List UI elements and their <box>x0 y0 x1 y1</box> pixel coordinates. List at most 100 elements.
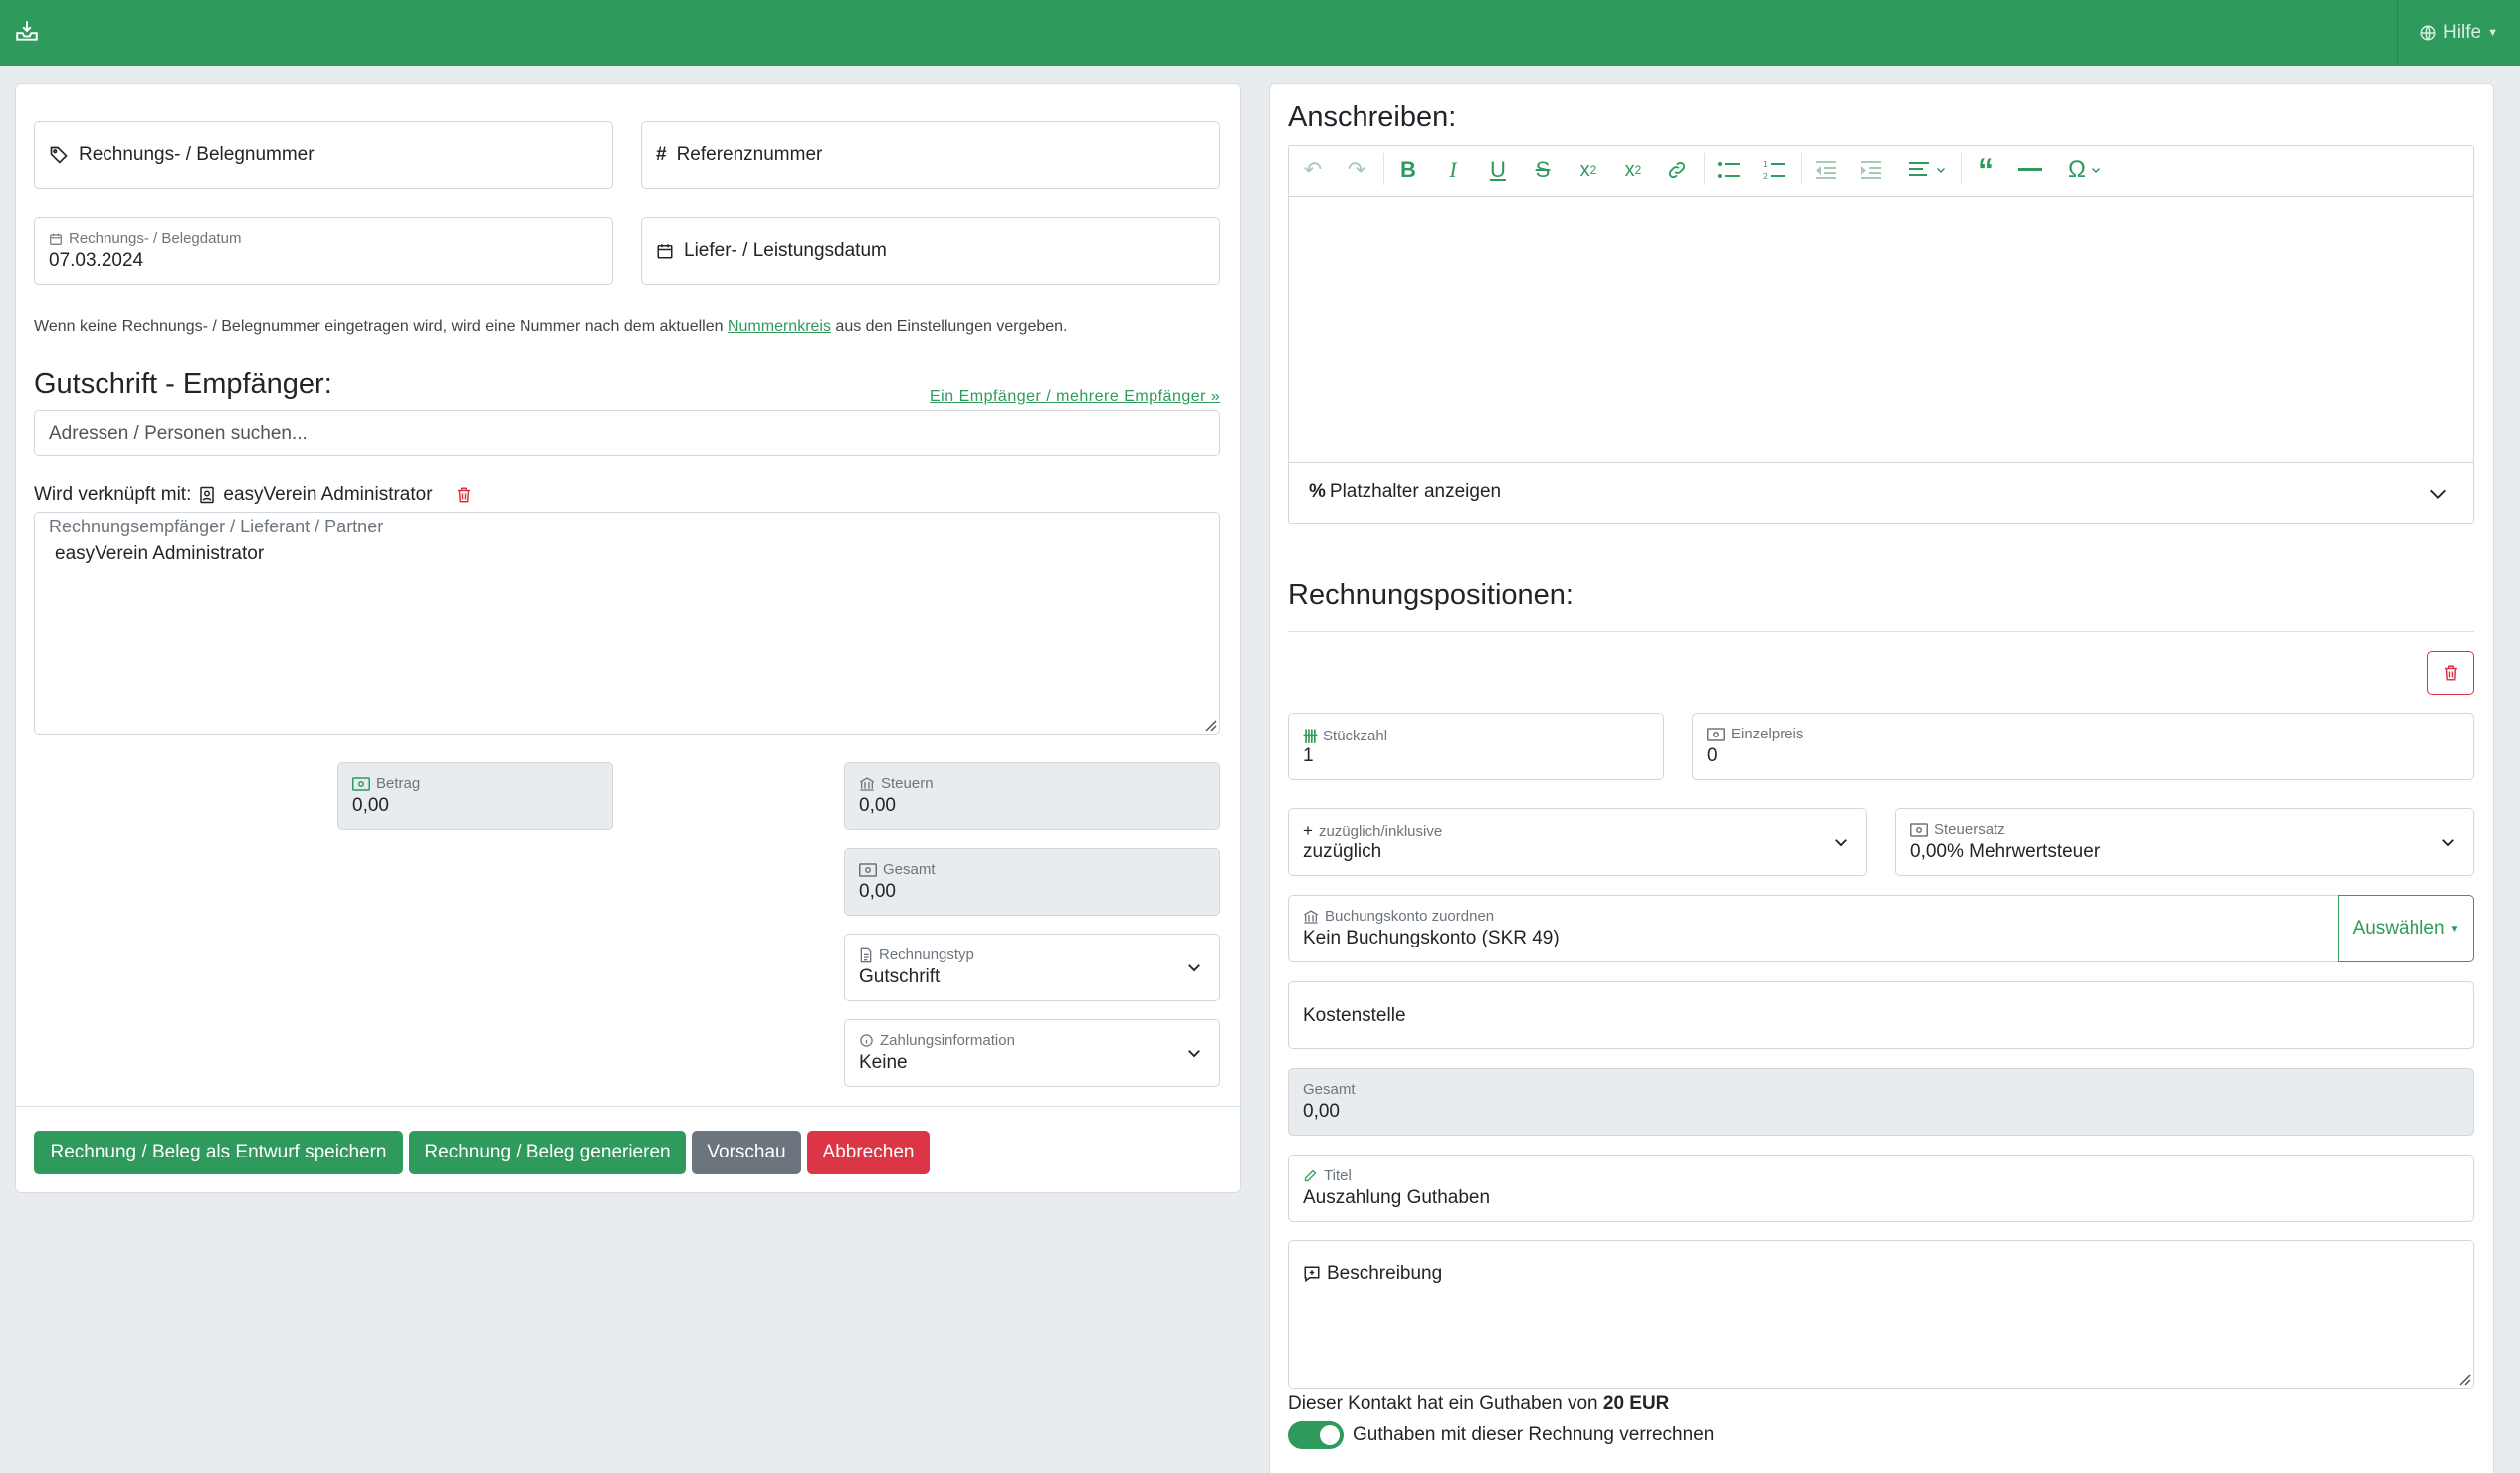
bullet-list-icon[interactable] <box>1716 149 1742 191</box>
position-total-field: Gesamt 0,00 <box>1288 1068 2474 1136</box>
select-account-label: Auswählen <box>2352 918 2445 939</box>
quantity-input[interactable]: 卌 Stückzahl 1 <box>1288 713 1664 780</box>
linked-contact-name: easyVerein Administrator <box>223 484 433 505</box>
indent-icon[interactable] <box>1858 149 1884 191</box>
globe-icon <box>2419 24 2437 42</box>
position-title-input[interactable]: Titel Auszahlung Guthaben <box>1288 1155 2474 1222</box>
caret-down-icon: ▼ <box>2449 923 2460 935</box>
description-placeholder: Beschreibung <box>1327 1263 1443 1284</box>
superscript-icon[interactable]: x2 <box>1619 149 1647 191</box>
invoice-date-input[interactable]: Rechnungs- / Belegdatum 07.03.2024 <box>34 217 613 285</box>
cost-center-input[interactable]: Kostenstelle <box>1288 981 2474 1049</box>
home-tray-icon[interactable] <box>14 18 40 44</box>
trash-icon[interactable] <box>455 485 473 505</box>
tax-rate-value: 0,00% Mehrwertsteuer <box>1910 841 2101 862</box>
booking-account-input[interactable]: Buchungskonto zuordnen Kein Buchungskont… <box>1288 895 2339 962</box>
svg-text:2: 2 <box>1763 172 1768 181</box>
taxes-field: Steuern 0,00 <box>844 762 1220 830</box>
description-textarea[interactable]: Beschreibung <box>1288 1240 2474 1389</box>
bank-icon <box>859 776 875 791</box>
delete-position-button[interactable] <box>2427 651 2474 695</box>
outdent-icon[interactable] <box>1813 149 1839 191</box>
strikethrough-icon[interactable]: S <box>1530 149 1556 191</box>
toolbar-separator <box>1801 153 1802 185</box>
resize-handle-icon[interactable] <box>2457 1372 2471 1386</box>
horizontal-line-icon[interactable] <box>2017 149 2043 191</box>
credit-info: Dieser Kontakt hat ein Guthaben von 20 E… <box>1288 1393 1670 1414</box>
amount-value: 0,00 <box>352 795 389 816</box>
recipient-search-input[interactable]: Adressen / Personen suchen... <box>34 410 1220 456</box>
bold-icon[interactable]: B <box>1395 149 1421 191</box>
invoice-number-input[interactable]: Rechnungs- / Belegnummer <box>34 121 613 189</box>
invoice-type-label: Rechnungstyp <box>879 947 974 963</box>
cost-center-placeholder: Kostenstelle <box>1303 1005 1406 1026</box>
generate-invoice-button[interactable]: Rechnung / Beleg generieren <box>409 1131 686 1174</box>
cash-icon <box>1707 727 1725 741</box>
total-field: Gesamt 0,00 <box>844 848 1220 916</box>
undo-icon[interactable]: ↶ <box>1300 149 1326 191</box>
linked-contact-line: Wird verknüpft mit: easyVerein Administr… <box>34 484 473 506</box>
amount-label: Betrag <box>376 775 421 792</box>
position-total-value: 0,00 <box>1303 1101 1340 1122</box>
unit-price-value: 0 <box>1707 745 1718 766</box>
subscript-icon[interactable]: x2 <box>1575 149 1602 191</box>
cancel-button[interactable]: Abbrechen <box>807 1131 930 1174</box>
reference-number-placeholder: Referenznummer <box>676 144 823 165</box>
numbered-list-icon[interactable]: 12 <box>1762 149 1787 191</box>
amount-field: Betrag 0,00 <box>337 762 613 830</box>
bank-icon <box>1303 909 1319 924</box>
quantity-label: Stückzahl <box>1323 728 1388 744</box>
quantity-value: 1 <box>1303 745 1314 766</box>
delivery-date-placeholder: Liefer- / Leistungsdatum <box>684 240 887 261</box>
chevron-down-icon <box>1835 839 1847 847</box>
help-menu[interactable]: Hilfe ▼ <box>2397 0 2520 66</box>
payment-info-label: Zahlungsinformation <box>880 1032 1015 1049</box>
recipient-mode-link[interactable]: Ein Empfänger / mehrere Empfänger » <box>930 388 1220 406</box>
save-draft-button[interactable]: Rechnung / Beleg als Entwurf speichern <box>34 1131 403 1174</box>
preview-button[interactable]: Vorschau <box>692 1131 801 1174</box>
select-account-button[interactable]: Auswählen ▼ <box>2338 895 2474 962</box>
unit-price-input[interactable]: Einzelpreis 0 <box>1692 713 2474 780</box>
positions-heading: Rechnungspositionen: <box>1288 579 1574 611</box>
underline-icon[interactable]: U <box>1485 149 1511 191</box>
tally-icon: 卌 <box>1303 729 1318 745</box>
reference-number-input[interactable]: # Referenznummer <box>641 121 1220 189</box>
letter-editor[interactable] <box>1288 145 2474 464</box>
chevron-down-icon <box>1188 964 1200 972</box>
linked-prefix: Wird verknüpft mit: <box>34 484 192 505</box>
invoice-date-value: 07.03.2024 <box>49 250 144 271</box>
payment-info-select[interactable]: Zahlungsinformation Keine <box>844 1019 1220 1087</box>
resize-handle-icon[interactable] <box>1203 718 1217 732</box>
invoice-type-select[interactable]: Rechnungstyp Gutschrift <box>844 934 1220 1001</box>
italic-icon[interactable]: I <box>1440 149 1466 191</box>
letter-heading: Anschreiben: <box>1288 102 1457 133</box>
link-icon[interactable] <box>1664 149 1690 191</box>
address-value: easyVerein Administrator <box>55 543 265 564</box>
pencil-icon <box>1304 1169 1317 1182</box>
blockquote-icon[interactable]: “ <box>1973 149 1998 191</box>
tax-rate-select[interactable]: Steuersatz 0,00% Mehrwertsteuer <box>1895 808 2474 876</box>
position-title-label: Titel <box>1324 1167 1352 1184</box>
redo-icon[interactable]: ↷ <box>1344 149 1369 191</box>
delivery-date-input[interactable]: Liefer- / Leistungsdatum <box>641 217 1220 285</box>
chevron-down-icon <box>2430 489 2446 499</box>
inclusive-select[interactable]: + zuzüglich/inklusive zuzüglich <box>1288 808 1867 876</box>
taxes-value: 0,00 <box>859 795 896 816</box>
address-textarea[interactable]: Rechnungsempfänger / Lieferant / Partner… <box>34 512 1220 735</box>
hash-icon: # <box>656 144 667 165</box>
tag-icon <box>50 146 68 164</box>
align-dropdown-icon[interactable] <box>1903 149 1953 191</box>
placeholder-toggle-label: Platzhalter anzeigen <box>1329 481 1502 502</box>
info-circle-icon <box>860 1034 873 1047</box>
document-icon <box>860 947 872 962</box>
recipient-search-placeholder: Adressen / Personen suchen... <box>49 423 308 444</box>
editor-toolbar-divider <box>1289 196 2473 197</box>
credit-toggle-label: Guthaben mit dieser Rechnung verrechnen <box>1353 1424 1715 1445</box>
number-range-link[interactable]: Nummernkreis <box>728 318 831 335</box>
credit-toggle-switch[interactable] <box>1288 1421 1344 1449</box>
plus-icon: + <box>1303 821 1313 840</box>
number-range-hint: Wenn keine Rechnungs- / Belegnummer eing… <box>34 318 1068 335</box>
position-title-value: Auszahlung Guthaben <box>1303 1187 1491 1208</box>
placeholder-toggle[interactable]: % Platzhalter anzeigen <box>1288 462 2474 524</box>
special-character-icon[interactable]: Ω <box>2060 149 2110 191</box>
